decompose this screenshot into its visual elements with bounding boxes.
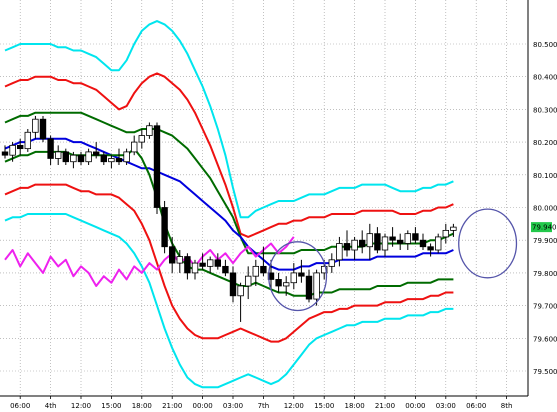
candle-body (313, 272, 320, 300)
y-tick-label: 80.300 (533, 106, 557, 114)
y-tick-label: 80.000 (533, 205, 557, 213)
x-tick-label: 7th (258, 402, 270, 410)
candle-body (374, 233, 381, 251)
candle-body (305, 275, 313, 300)
candle-body (24, 131, 31, 150)
y-tick-label: 80.100 (533, 172, 557, 180)
y-tick-label: 80.500 (533, 41, 557, 49)
candle-body (389, 236, 396, 241)
x-tick-label: 00:00 (405, 402, 425, 410)
candle-body (427, 246, 434, 251)
candle-body (396, 239, 404, 244)
candle-body (9, 144, 16, 156)
candle-body (77, 154, 85, 163)
x-tick-label: 18:00 (132, 402, 152, 410)
candle-body (434, 236, 442, 251)
candle-body (290, 272, 297, 284)
x-tick-label: 03:00 (436, 402, 456, 410)
y-tick-label: 79.600 (533, 335, 557, 343)
y-tick-label: 79.700 (533, 303, 557, 311)
candle-body (206, 259, 214, 267)
x-tick-label: 18:00 (345, 402, 365, 410)
candle-body (47, 138, 54, 159)
x-tick-label: 06:00 (10, 402, 30, 410)
candle-body (358, 239, 366, 248)
candle-body (16, 144, 24, 150)
candle-body (282, 282, 290, 287)
x-tick-label: 12:00 (71, 402, 91, 410)
candle-body (32, 118, 39, 133)
x-tick-label: 06:00 (466, 402, 486, 410)
candle-body (62, 151, 69, 163)
y-tick-label: 79.900 (533, 237, 557, 245)
x-tick-label: 21:00 (375, 402, 395, 410)
candle-body (252, 265, 259, 277)
candle-body (222, 265, 229, 274)
candle-body (161, 207, 168, 248)
candle-body (123, 151, 130, 163)
candle-body (275, 279, 282, 287)
candle-body (85, 151, 92, 163)
candle-body (404, 233, 411, 244)
x-tick-label: 8th (501, 402, 513, 410)
x-tick-label: 21:00 (162, 402, 182, 410)
candle-body (351, 239, 358, 251)
y-tick-label: 79.500 (533, 368, 557, 376)
x-tick-label: 15:00 (314, 402, 334, 410)
candle-body (115, 158, 123, 163)
candle-body (199, 262, 206, 267)
candle-body (130, 141, 138, 153)
candle-body (260, 265, 267, 274)
candle-body (450, 226, 457, 231)
candle-body (328, 259, 335, 267)
x-tick-label: 12:00 (284, 402, 304, 410)
candle-body (442, 229, 449, 238)
candle-body (100, 154, 107, 163)
candle-body (1, 151, 9, 156)
price-marker-label: 79.940 (532, 224, 557, 232)
candle-body (138, 135, 145, 143)
candle-body (229, 272, 237, 297)
candle-body (39, 118, 47, 140)
candle-body (381, 236, 389, 251)
candle-body (336, 243, 343, 261)
candle-body (108, 158, 115, 163)
candle-body (412, 233, 419, 241)
y-tick-label: 80.200 (533, 139, 557, 147)
y-tick-label: 80.400 (533, 74, 557, 82)
x-tick-label: 03:00 (223, 402, 243, 410)
x-tick-label: 15:00 (101, 402, 121, 410)
candle-body (214, 259, 221, 267)
candle-body (298, 272, 305, 277)
candle-body (184, 256, 191, 274)
price-marker: 79.940 (531, 222, 557, 233)
y-tick-label: 79.800 (533, 270, 557, 278)
candle-body (176, 256, 183, 264)
plot-area (0, 0, 557, 412)
candle-body (419, 239, 427, 248)
x-tick-label: 4th (45, 402, 57, 410)
candle-body (146, 125, 153, 136)
candle-body (191, 262, 199, 274)
candle-body (343, 243, 351, 251)
candle-body (70, 154, 77, 163)
candle-body (244, 275, 252, 287)
x-tick-label: 00:00 (193, 402, 213, 410)
candle-body (237, 285, 244, 297)
candle-body (93, 151, 100, 156)
candle-body (168, 246, 176, 264)
candle-body (55, 151, 62, 159)
candle-body (153, 125, 161, 208)
candle-body (366, 233, 373, 248)
price-chart: 80.500 80.400 80.300 80.200 80.100 80.000 79.9… (0, 0, 557, 412)
